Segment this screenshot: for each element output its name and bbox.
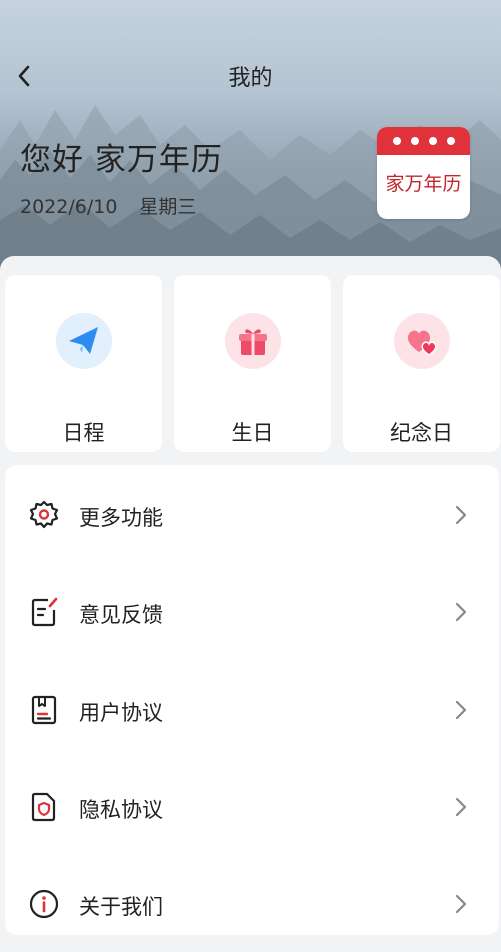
gear-icon [28, 499, 60, 531]
logo-text: 家万年历 [385, 173, 462, 195]
header: 我的 您好 家万年历 2022/6/10 星期三 家万年历 [0, 0, 501, 270]
paper-plane-icon [56, 313, 112, 369]
menu-list: 更多功能 意见反馈 用户协议 隐私协议 关于我们 [5, 465, 499, 935]
chevron-right-icon [451, 795, 471, 819]
menu-item-label: 隐私协议 [79, 798, 163, 822]
chevron-right-icon [451, 503, 471, 527]
birthday-label: 生日 [231, 421, 274, 445]
chevron-right-icon [451, 892, 471, 916]
menu-item-about-us[interactable]: 关于我们 [5, 856, 499, 952]
schedule-label: 日程 [62, 421, 105, 445]
menu-item-feedback[interactable]: 意见反馈 [5, 564, 499, 660]
main-content: 日程 生日 纪念日 更多功能 意见反馈 用户协议 隐私协议 关于我们 [0, 256, 501, 935]
chevron-right-icon [451, 600, 471, 624]
menu-item-label: 用户协议 [79, 701, 163, 725]
privacy-shield-icon [28, 791, 60, 823]
date-line: 2022/6/10 星期三 [20, 192, 196, 219]
menu-item-privacy-agreement[interactable]: 隐私协议 [5, 759, 499, 855]
current-weekday: 星期三 [139, 196, 197, 218]
page-title: 我的 [228, 66, 273, 91]
agreement-icon [28, 694, 60, 726]
greeting-text: 您好 家万年历 [20, 142, 223, 178]
menu-item-more-features[interactable]: 更多功能 [5, 467, 499, 563]
menu-item-label: 意见反馈 [79, 603, 163, 627]
app-logo: 家万年历 [377, 127, 470, 219]
current-date: 2022/6/10 [20, 196, 118, 218]
feedback-icon [28, 596, 60, 628]
anniversary-card[interactable]: 纪念日 [343, 275, 500, 452]
birthday-card[interactable]: 生日 [174, 275, 331, 452]
menu-item-label: 关于我们 [79, 895, 163, 919]
schedule-card[interactable]: 日程 [5, 275, 162, 452]
info-icon [28, 888, 60, 920]
menu-item-label: 更多功能 [79, 506, 163, 530]
chevron-right-icon [451, 698, 471, 722]
gift-icon [225, 313, 281, 369]
calendar-binding-bar [377, 127, 470, 155]
hearts-icon [394, 313, 450, 369]
menu-item-user-agreement[interactable]: 用户协议 [5, 662, 499, 758]
anniversary-label: 纪念日 [390, 421, 453, 445]
